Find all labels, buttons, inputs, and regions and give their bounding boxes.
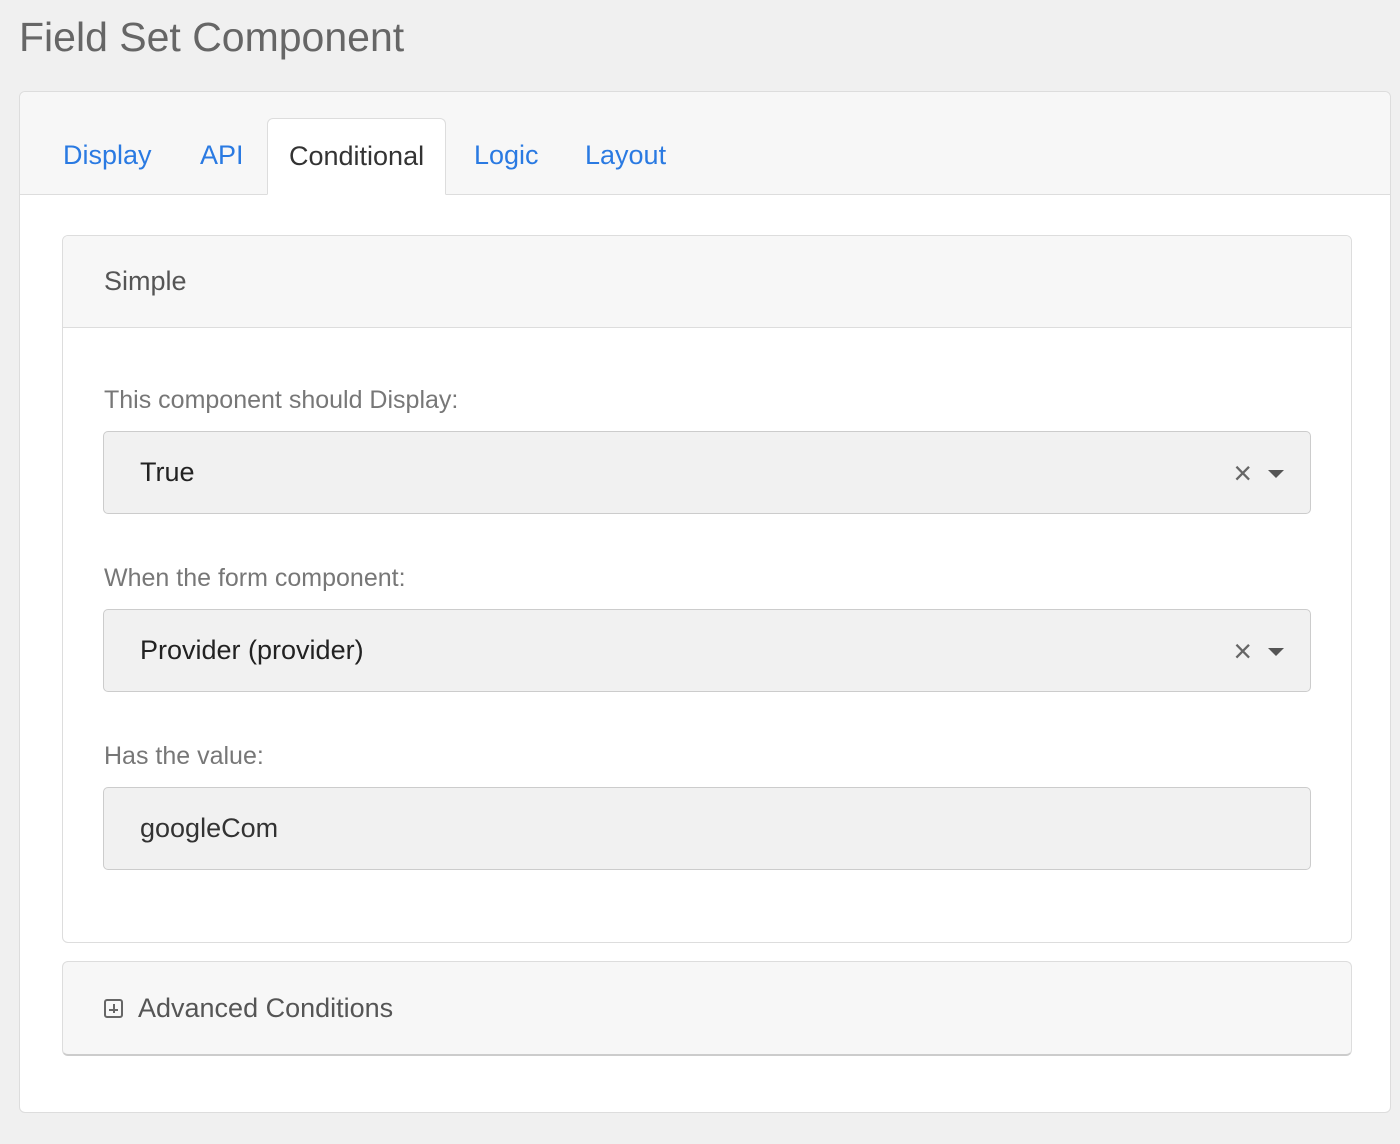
simple-panel-heading: Simple [63, 236, 1351, 328]
close-icon[interactable]: × [1233, 635, 1252, 667]
value-input-box[interactable] [103, 787, 1311, 870]
component-settings-card: Display API Conditional Logic Layout Sim… [19, 91, 1391, 1113]
chevron-down-icon[interactable] [1268, 469, 1284, 478]
when-component-select-value: Provider (provider) [140, 635, 364, 665]
value-label: Has the value: [104, 742, 264, 770]
simple-panel: Simple This component should Display: Tr… [62, 235, 1352, 943]
tab-layout[interactable]: Layout [585, 118, 666, 194]
value-input[interactable] [140, 788, 1280, 869]
page-title: Field Set Component [19, 14, 405, 60]
display-select[interactable]: True × [103, 431, 1311, 514]
tab-bar: Display API Conditional Logic Layout [20, 92, 1390, 195]
tab-logic[interactable]: Logic [474, 118, 539, 194]
advanced-conditions-toggle[interactable]: Advanced Conditions [104, 962, 394, 1054]
plus-box-icon [104, 999, 123, 1018]
tab-api[interactable]: API [200, 118, 244, 194]
when-label: When the form component: [104, 564, 406, 592]
advanced-conditions-panel: Advanced Conditions [62, 961, 1352, 1056]
display-label: This component should Display: [104, 386, 459, 414]
tab-conditional[interactable]: Conditional [267, 118, 447, 195]
advanced-conditions-label: Advanced Conditions [138, 993, 394, 1023]
display-select-value: True [140, 457, 195, 487]
when-component-select[interactable]: Provider (provider) × [103, 609, 1311, 692]
close-icon[interactable]: × [1233, 457, 1252, 489]
tab-display[interactable]: Display [63, 118, 152, 194]
chevron-down-icon[interactable] [1268, 647, 1284, 656]
